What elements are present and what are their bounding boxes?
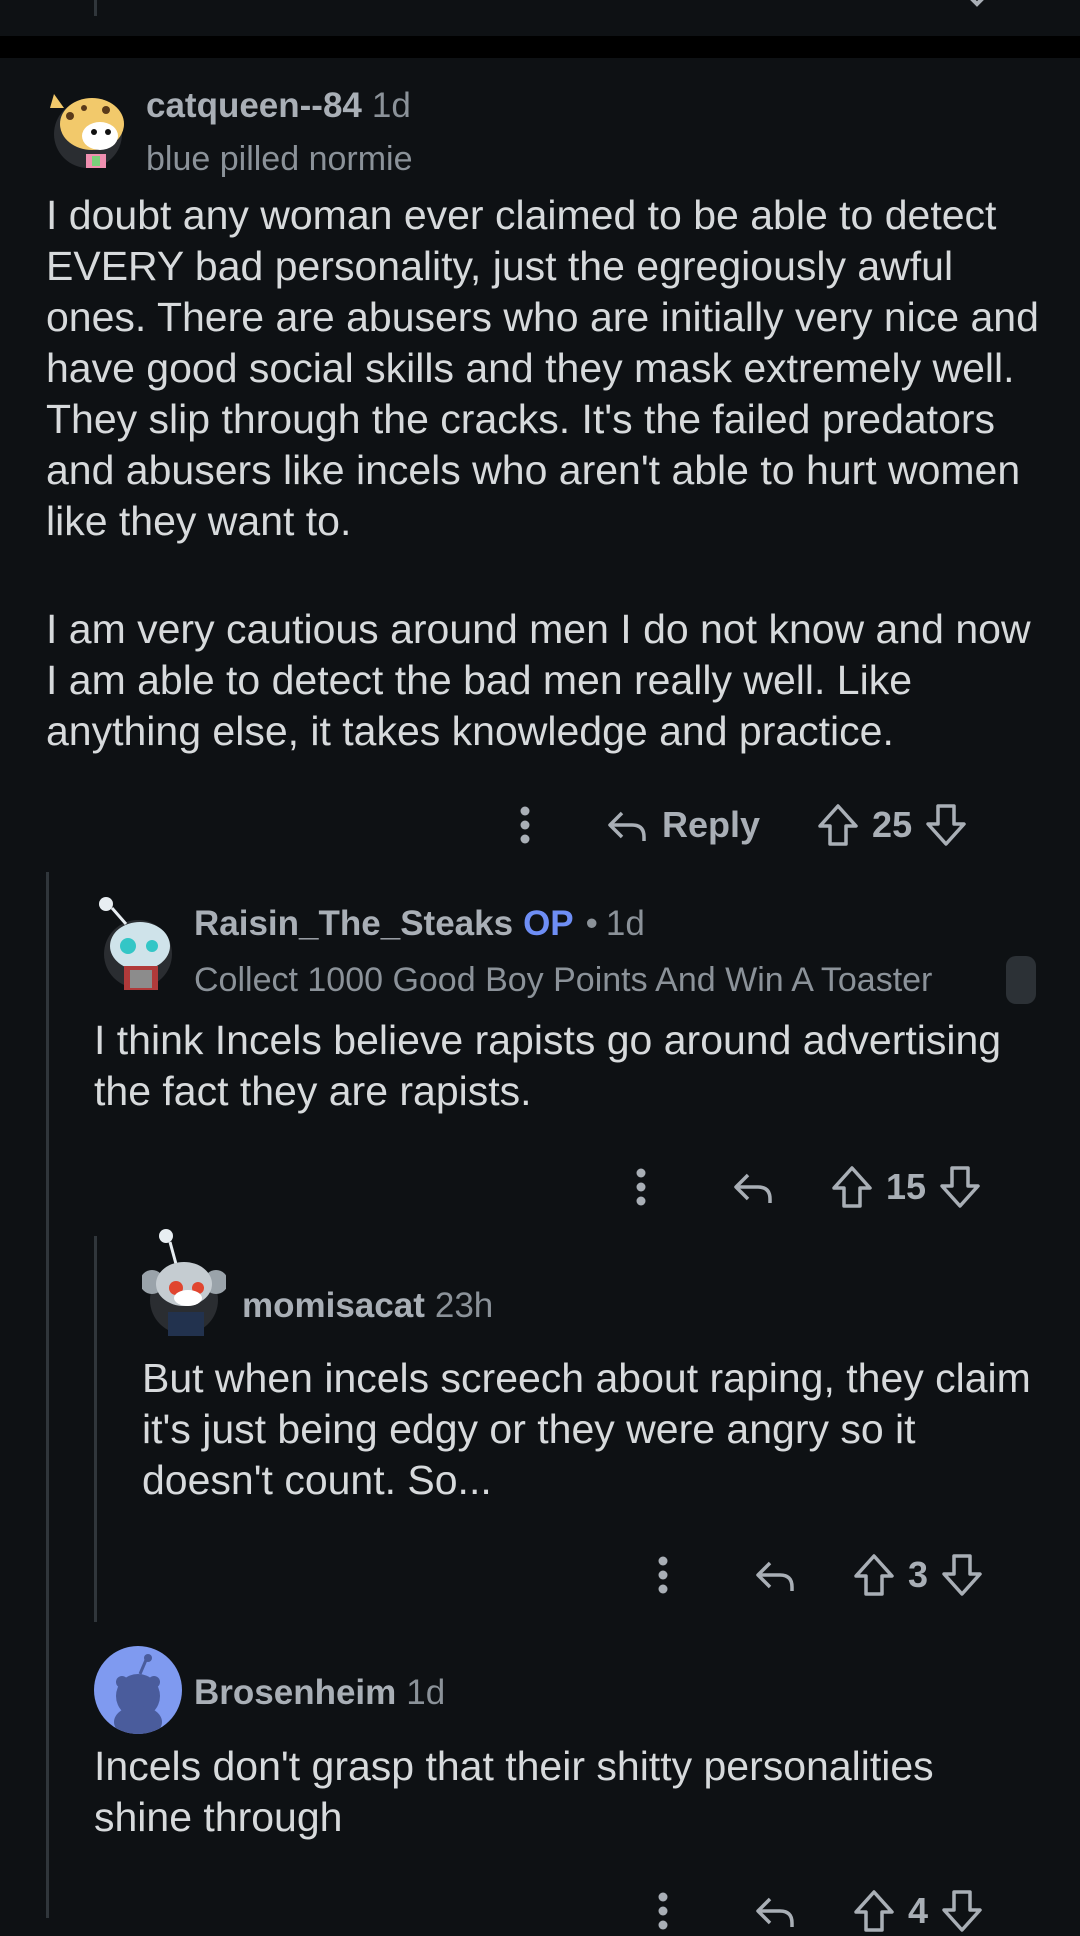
vote-count: 3	[908, 1554, 929, 1595]
comment-header: momisacat 23h	[242, 1286, 493, 1326]
comment-paragraph: Incels don't grasp that their shitty per…	[94, 1743, 934, 1840]
comment-header: Brosenheim 1d	[194, 1673, 445, 1713]
upvote-icon[interactable]	[852, 1552, 896, 1598]
comment-header: catqueen--84 1d	[146, 86, 411, 126]
downvote-icon[interactable]	[924, 802, 968, 848]
comment-age: 23h	[434, 1286, 494, 1325]
reply-icon[interactable]	[752, 1891, 796, 1931]
comment-age: 1d	[605, 904, 645, 943]
reply-icon[interactable]	[730, 1167, 774, 1207]
avatar[interactable]	[46, 80, 130, 170]
vote-count: 4	[908, 1890, 929, 1931]
comment-body: I doubt any woman ever claimed to be abl…	[46, 190, 1046, 757]
previous-comment-actions	[0, 0, 1080, 30]
more-icon[interactable]	[638, 1553, 688, 1597]
comment-body: I think Incels believe rapists go around…	[94, 1015, 1034, 1117]
more-icon[interactable]	[638, 1889, 688, 1933]
separator: •	[585, 904, 598, 943]
username[interactable]: Raisin_The_Steaks	[194, 904, 513, 943]
comment-actions: Reply 25	[500, 800, 968, 850]
comment-paragraph: I am very cautious around men I do not k…	[46, 606, 1031, 754]
op-badge: OP	[523, 904, 574, 943]
comment-paragraph: I think Incels believe rapists go around…	[94, 1017, 1002, 1114]
reply-button[interactable]: Reply	[604, 804, 760, 846]
reply-icon[interactable]	[752, 1555, 796, 1595]
upvote-icon[interactable]	[816, 802, 860, 848]
vote-count: 15	[886, 1166, 927, 1207]
username[interactable]: catqueen--84	[146, 86, 362, 125]
reply-label: Reply	[662, 804, 761, 845]
username[interactable]: Brosenheim	[194, 1673, 396, 1712]
upvote-icon[interactable]	[830, 1164, 874, 1210]
vote-count: 25	[872, 804, 913, 845]
comment-actions: 3	[638, 1550, 984, 1600]
section-divider	[0, 36, 1080, 58]
reply-icon	[608, 811, 646, 841]
downvote-icon[interactable]	[940, 1888, 984, 1934]
more-icon[interactable]	[616, 1165, 666, 1209]
comment-paragraph: I doubt any woman ever claimed to be abl…	[46, 192, 1039, 544]
comment-body: Incels don't grasp that their shitty per…	[94, 1741, 1034, 1843]
upvote-icon[interactable]	[955, 0, 999, 10]
downvote-icon[interactable]	[938, 1164, 982, 1210]
more-icon[interactable]	[500, 803, 550, 847]
comment-age: 1d	[371, 86, 411, 125]
user-flair: blue pilled normie	[146, 140, 413, 178]
user-flair: Collect 1000 Good Boy Points And Win A T…	[194, 961, 933, 999]
username[interactable]: momisacat	[242, 1286, 425, 1325]
thread-line[interactable]	[46, 872, 49, 1918]
avatar[interactable]	[94, 1646, 182, 1734]
comment-actions: 4	[638, 1886, 984, 1936]
thread-line	[94, 0, 97, 16]
thread-line[interactable]	[94, 1236, 97, 1622]
comment-header: Raisin_The_Steaks OP • 1d	[194, 904, 645, 944]
upvote-icon[interactable]	[852, 1888, 896, 1934]
comment-actions: 15	[616, 1162, 982, 1212]
more-icon[interactable]	[650, 0, 670, 6]
comment-body: But when incels screech about raping, th…	[142, 1353, 1042, 1506]
avatar[interactable]	[96, 890, 180, 994]
downvote-icon[interactable]	[940, 1552, 984, 1598]
comment-paragraph: But when incels screech about raping, th…	[142, 1355, 1031, 1503]
avatar[interactable]	[142, 1226, 226, 1340]
flair-emoji-chip	[1006, 956, 1036, 1004]
comment-age: 1d	[406, 1673, 446, 1712]
